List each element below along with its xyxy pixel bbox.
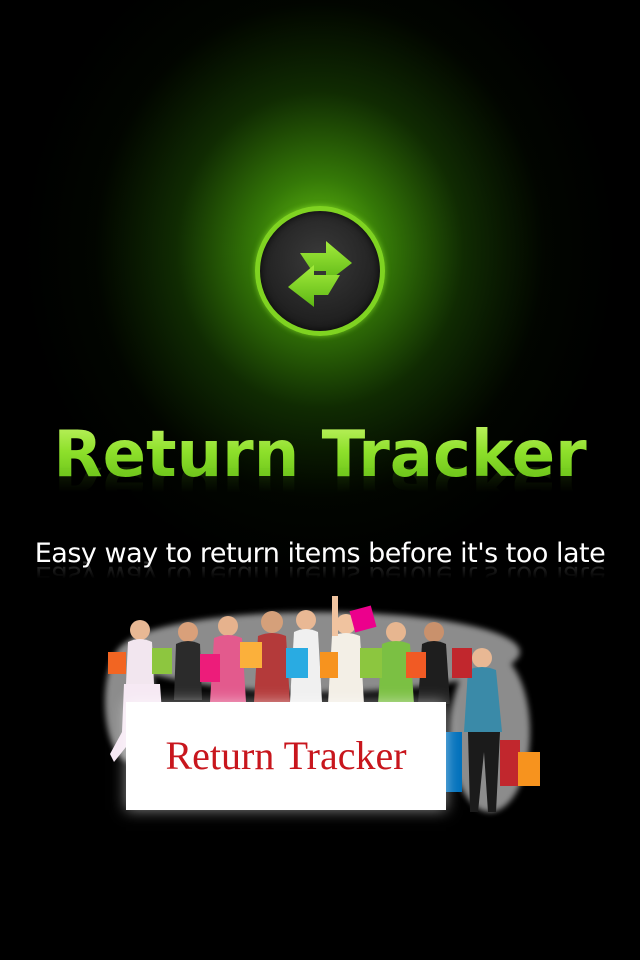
splash-screen: Return Tracker Return Tracker Easy way t… <box>0 0 640 960</box>
app-tagline-reflection: Easy way to return items before it's too… <box>34 560 606 591</box>
app-title-reflection: Return Tracker <box>53 452 587 526</box>
swap-arrows-graphic <box>288 241 352 307</box>
promo-sign-text: Return Tracker <box>165 733 407 778</box>
promo-sign: Return Tracker <box>126 702 446 810</box>
swap-arrows-icon <box>255 206 385 336</box>
promo-image: Return Tracker <box>100 592 550 822</box>
